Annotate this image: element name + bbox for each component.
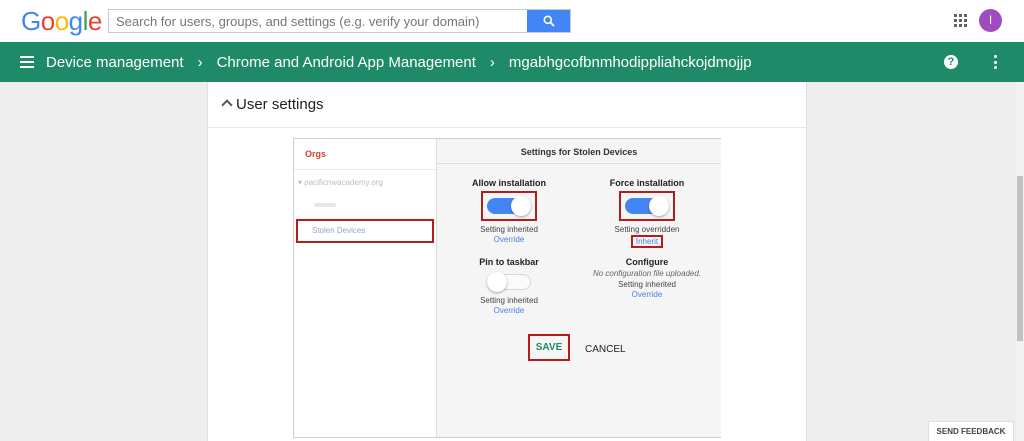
settings-panel: Orgs ▾ pacificnwacademy.org Stolen Devic… (293, 138, 721, 438)
allow-installation-setting: Allow installation Setting inherited Ove… (443, 178, 575, 244)
breadcrumb: Device management › Chrome and Android A… (46, 42, 752, 82)
send-feedback-button[interactable]: SEND FEEDBACK (928, 421, 1014, 441)
org-tree-root[interactable]: ▾ pacificnwacademy.org (298, 178, 383, 187)
more-vert-icon[interactable] (994, 55, 997, 69)
org-root-label: pacificnwacademy.org (304, 178, 383, 187)
chevron-right-icon: › (197, 53, 203, 71)
pin-to-taskbar-toggle[interactable] (487, 272, 531, 292)
org-tree-child[interactable] (314, 203, 336, 207)
configure-label: Configure (625, 257, 669, 267)
allow-installation-toggle[interactable] (487, 196, 531, 216)
cancel-button[interactable]: CANCEL (585, 344, 626, 355)
allow-installation-highlight (481, 191, 537, 221)
settings-title: Settings for Stolen Devices (437, 139, 721, 164)
allow-installation-label: Allow installation (471, 178, 546, 188)
logo-letter: e (87, 6, 102, 36)
avatar[interactable]: I (979, 9, 1002, 32)
divider (294, 169, 436, 170)
force-installation-inherit-link[interactable]: Inherit (630, 235, 664, 248)
chevron-right-icon: › (489, 53, 495, 71)
section-title: User settings (236, 96, 324, 113)
pin-to-taskbar-override-link[interactable]: Override (443, 306, 575, 315)
scrollbar-thumb[interactable] (1017, 176, 1023, 341)
menu-icon[interactable] (20, 56, 34, 68)
search-input[interactable] (109, 10, 527, 32)
orgs-title: Orgs (305, 149, 327, 159)
configure-note: No configuration file uploaded. (592, 269, 702, 278)
allow-installation-status: Setting inherited (480, 225, 538, 234)
allow-installation-override-link[interactable]: Override (443, 235, 575, 244)
search-button[interactable] (527, 10, 570, 32)
force-installation-label: Force installation (609, 178, 685, 188)
force-installation-setting: Force installation Setting overridden In… (581, 178, 713, 248)
save-button[interactable]: SAVE (528, 334, 570, 361)
orgs-pane: Orgs ▾ pacificnwacademy.org Stolen Devic… (294, 139, 437, 437)
app-header: Device management › Chrome and Android A… (0, 42, 1024, 82)
pin-to-taskbar-setting: Pin to taskbar Setting inherited Overrid… (443, 257, 575, 315)
pin-to-taskbar-label: Pin to taskbar (479, 257, 539, 267)
google-logo[interactable]: Google (21, 7, 102, 35)
configure-status: Setting inherited (618, 280, 676, 289)
help-icon[interactable]: ? (944, 55, 958, 69)
breadcrumb-device-management[interactable]: Device management (46, 54, 184, 71)
force-installation-highlight (619, 191, 675, 221)
logo-letter: G (21, 6, 41, 36)
logo-letter: o (54, 6, 69, 36)
org-item-stolen-devices[interactable]: Stolen Devices (296, 219, 434, 243)
pin-to-taskbar-status: Setting inherited (480, 296, 538, 305)
logo-letter: o (40, 6, 55, 36)
force-installation-toggle[interactable] (625, 196, 669, 216)
apps-grid-icon[interactable] (954, 14, 967, 27)
breadcrumb-app-id: mgabhgcofbnmhodippliahckojdmojjp (508, 53, 752, 71)
search-icon (543, 15, 555, 27)
logo-letter: g (68, 6, 83, 36)
breadcrumb-app-management[interactable]: Chrome and Android App Management (217, 54, 476, 71)
section-header[interactable]: User settings (208, 82, 806, 128)
top-bar: Google I (0, 0, 1024, 42)
settings-pane: Settings for Stolen Devices Allow instal… (437, 139, 721, 437)
search-bar (108, 9, 571, 33)
force-installation-status: Setting overridden (614, 225, 680, 234)
configure-override-link[interactable]: Override (581, 290, 713, 299)
configure-setting: Configure No configuration file uploaded… (581, 257, 713, 299)
chevron-up-icon[interactable] (221, 99, 233, 111)
